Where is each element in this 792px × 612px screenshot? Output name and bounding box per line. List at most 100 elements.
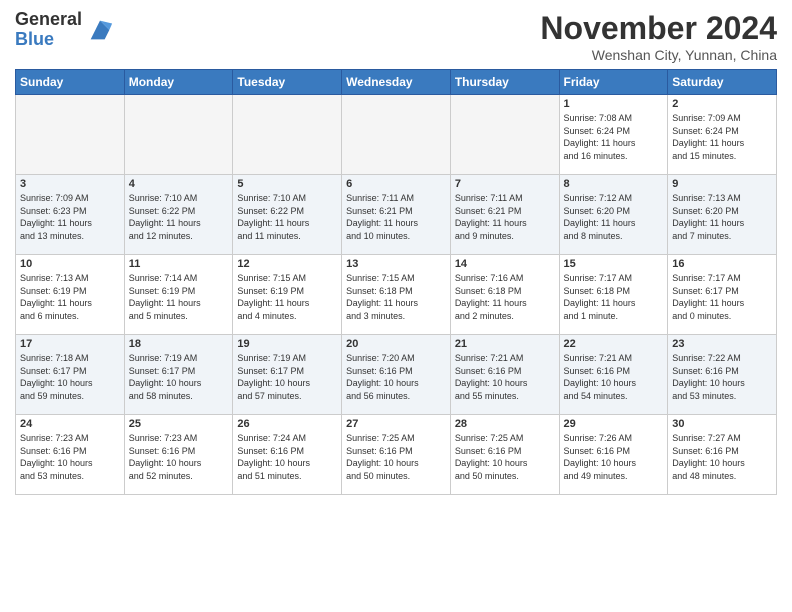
day-cell: 11 Sunrise: 7:14 AM Sunset: 6:19 PM Dayli…	[124, 255, 233, 335]
day-info: Sunrise: 7:10 AM Sunset: 6:22 PM Dayligh…	[237, 192, 337, 242]
week-row-5: 24 Sunrise: 7:23 AM Sunset: 6:16 PM Dayli…	[16, 415, 777, 495]
week-row-1: 1 Sunrise: 7:08 AM Sunset: 6:24 PM Daylig…	[16, 95, 777, 175]
day-cell: 17 Sunrise: 7:18 AM Sunset: 6:17 PM Dayli…	[16, 335, 125, 415]
title-block: November 2024 Wenshan City, Yunnan, Chin…	[540, 10, 777, 63]
day-cell: 26 Sunrise: 7:24 AM Sunset: 6:16 PM Dayli…	[233, 415, 342, 495]
day-info: Sunrise: 7:26 AM Sunset: 6:16 PM Dayligh…	[564, 432, 664, 482]
day-info: Sunrise: 7:08 AM Sunset: 6:24 PM Dayligh…	[564, 112, 664, 162]
logo-general: General	[15, 9, 82, 29]
day-cell: 28 Sunrise: 7:25 AM Sunset: 6:16 PM Dayli…	[450, 415, 559, 495]
day-number: 9	[672, 178, 772, 190]
day-info: Sunrise: 7:21 AM Sunset: 6:16 PM Dayligh…	[455, 352, 555, 402]
day-info: Sunrise: 7:13 AM Sunset: 6:20 PM Dayligh…	[672, 192, 772, 242]
day-info: Sunrise: 7:10 AM Sunset: 6:22 PM Dayligh…	[129, 192, 229, 242]
day-info: Sunrise: 7:20 AM Sunset: 6:16 PM Dayligh…	[346, 352, 446, 402]
day-number: 6	[346, 178, 446, 190]
day-number: 20	[346, 338, 446, 350]
day-cell	[233, 95, 342, 175]
day-cell: 25 Sunrise: 7:23 AM Sunset: 6:16 PM Dayli…	[124, 415, 233, 495]
day-cell: 7 Sunrise: 7:11 AM Sunset: 6:21 PM Daylig…	[450, 175, 559, 255]
day-info: Sunrise: 7:17 AM Sunset: 6:17 PM Dayligh…	[672, 272, 772, 322]
day-cell: 18Sunrise: 7:19 AM Sunset: 6:17 PM Dayli…	[124, 335, 233, 415]
day-number: 30	[672, 418, 772, 430]
day-info: Sunrise: 7:19 AM Sunset: 6:17 PM Dayligh…	[237, 352, 337, 402]
day-cell: 21 Sunrise: 7:21 AM Sunset: 6:16 PM Dayli…	[450, 335, 559, 415]
day-info: Sunrise: 7:23 AM Sunset: 6:16 PM Dayligh…	[129, 432, 229, 482]
day-number: 29	[564, 418, 664, 430]
day-number: 4	[129, 178, 229, 190]
logo: General Blue	[15, 10, 114, 50]
day-number: 28	[455, 418, 555, 430]
week-row-2: 3 Sunrise: 7:09 AM Sunset: 6:23 PM Daylig…	[16, 175, 777, 255]
day-number: 1	[564, 98, 664, 110]
day-cell: 4 Sunrise: 7:10 AM Sunset: 6:22 PM Daylig…	[124, 175, 233, 255]
day-info: Sunrise: 7:15 AM Sunset: 6:19 PM Dayligh…	[237, 272, 337, 322]
day-info: Sunrise: 7:21 AM Sunset: 6:16 PM Dayligh…	[564, 352, 664, 402]
day-cell: 24 Sunrise: 7:23 AM Sunset: 6:16 PM Dayli…	[16, 415, 125, 495]
day-info: Sunrise: 7:24 AM Sunset: 6:16 PM Dayligh…	[237, 432, 337, 482]
day-number: 19	[237, 338, 337, 350]
day-cell: 10Sunrise: 7:13 AM Sunset: 6:19 PM Dayli…	[16, 255, 125, 335]
day-number: 21	[455, 338, 555, 350]
day-cell: 22 Sunrise: 7:21 AM Sunset: 6:16 PM Dayli…	[559, 335, 668, 415]
day-number: 26	[237, 418, 337, 430]
col-header-tuesday: Tuesday	[233, 70, 342, 95]
day-number: 17	[20, 338, 120, 350]
day-cell: 1 Sunrise: 7:08 AM Sunset: 6:24 PM Daylig…	[559, 95, 668, 175]
day-info: Sunrise: 7:09 AM Sunset: 6:23 PM Dayligh…	[20, 192, 120, 242]
day-number: 24	[20, 418, 120, 430]
day-number: 27	[346, 418, 446, 430]
day-number: 2	[672, 98, 772, 110]
calendar-table: SundayMondayTuesdayWednesdayThursdayFrid…	[15, 69, 777, 495]
page-container: General Blue November 2024 Wenshan City,…	[0, 0, 792, 505]
day-number: 11	[129, 258, 229, 270]
col-header-wednesday: Wednesday	[342, 70, 451, 95]
month-title: November 2024	[540, 10, 777, 47]
day-cell: 5Sunrise: 7:10 AM Sunset: 6:22 PM Daylig…	[233, 175, 342, 255]
day-cell	[124, 95, 233, 175]
day-cell: 30Sunrise: 7:27 AM Sunset: 6:16 PM Dayli…	[668, 415, 777, 495]
day-number: 25	[129, 418, 229, 430]
subtitle: Wenshan City, Yunnan, China	[540, 47, 777, 63]
day-cell	[342, 95, 451, 175]
day-number: 22	[564, 338, 664, 350]
week-row-3: 10Sunrise: 7:13 AM Sunset: 6:19 PM Dayli…	[16, 255, 777, 335]
day-info: Sunrise: 7:13 AM Sunset: 6:19 PM Dayligh…	[20, 272, 120, 322]
day-cell: 27 Sunrise: 7:25 AM Sunset: 6:16 PM Dayli…	[342, 415, 451, 495]
logo-icon	[86, 16, 114, 44]
day-cell: 19 Sunrise: 7:19 AM Sunset: 6:17 PM Dayli…	[233, 335, 342, 415]
day-info: Sunrise: 7:09 AM Sunset: 6:24 PM Dayligh…	[672, 112, 772, 162]
day-number: 18	[129, 338, 229, 350]
day-number: 7	[455, 178, 555, 190]
day-info: Sunrise: 7:22 AM Sunset: 6:16 PM Dayligh…	[672, 352, 772, 402]
day-cell: 2 Sunrise: 7:09 AM Sunset: 6:24 PM Daylig…	[668, 95, 777, 175]
day-cell: 12 Sunrise: 7:15 AM Sunset: 6:19 PM Dayli…	[233, 255, 342, 335]
day-info: Sunrise: 7:25 AM Sunset: 6:16 PM Dayligh…	[346, 432, 446, 482]
day-cell	[450, 95, 559, 175]
day-cell: 8 Sunrise: 7:12 AM Sunset: 6:20 PM Daylig…	[559, 175, 668, 255]
day-cell: 13Sunrise: 7:15 AM Sunset: 6:18 PM Dayli…	[342, 255, 451, 335]
day-info: Sunrise: 7:17 AM Sunset: 6:18 PM Dayligh…	[564, 272, 664, 322]
day-number: 14	[455, 258, 555, 270]
day-info: Sunrise: 7:18 AM Sunset: 6:17 PM Dayligh…	[20, 352, 120, 402]
day-number: 3	[20, 178, 120, 190]
header-row: SundayMondayTuesdayWednesdayThursdayFrid…	[16, 70, 777, 95]
day-number: 12	[237, 258, 337, 270]
day-info: Sunrise: 7:25 AM Sunset: 6:16 PM Dayligh…	[455, 432, 555, 482]
day-info: Sunrise: 7:23 AM Sunset: 6:16 PM Dayligh…	[20, 432, 120, 482]
day-cell: 23Sunrise: 7:22 AM Sunset: 6:16 PM Dayli…	[668, 335, 777, 415]
day-cell: 6Sunrise: 7:11 AM Sunset: 6:21 PM Daylig…	[342, 175, 451, 255]
day-cell: 16Sunrise: 7:17 AM Sunset: 6:17 PM Dayli…	[668, 255, 777, 335]
header: General Blue November 2024 Wenshan City,…	[15, 10, 777, 63]
day-info: Sunrise: 7:14 AM Sunset: 6:19 PM Dayligh…	[129, 272, 229, 322]
day-info: Sunrise: 7:11 AM Sunset: 6:21 PM Dayligh…	[455, 192, 555, 242]
logo-blue: Blue	[15, 29, 54, 49]
day-info: Sunrise: 7:15 AM Sunset: 6:18 PM Dayligh…	[346, 272, 446, 322]
col-header-friday: Friday	[559, 70, 668, 95]
col-header-thursday: Thursday	[450, 70, 559, 95]
col-header-sunday: Sunday	[16, 70, 125, 95]
week-row-4: 17 Sunrise: 7:18 AM Sunset: 6:17 PM Dayli…	[16, 335, 777, 415]
day-info: Sunrise: 7:12 AM Sunset: 6:20 PM Dayligh…	[564, 192, 664, 242]
day-number: 8	[564, 178, 664, 190]
day-cell	[16, 95, 125, 175]
